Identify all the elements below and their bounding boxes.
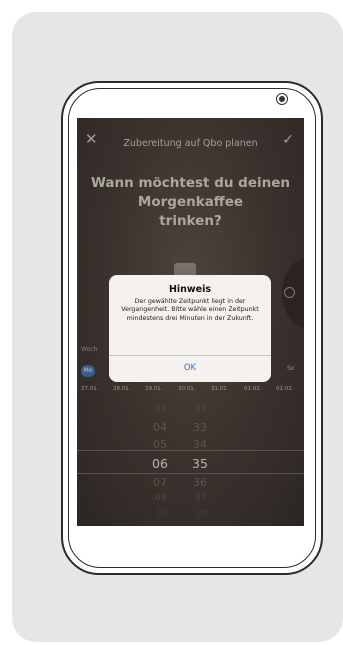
ok-button[interactable]: OK — [109, 355, 271, 382]
dialog-title: Hinweis — [168, 284, 212, 295]
dialog-message: Der gewählte Zeitpunkt liegt in der Verg… — [121, 298, 259, 322]
alert-dialog: Hinweis Der gewählte Zeitpunkt liegt in … — [109, 275, 271, 382]
camera-icon — [276, 93, 288, 105]
